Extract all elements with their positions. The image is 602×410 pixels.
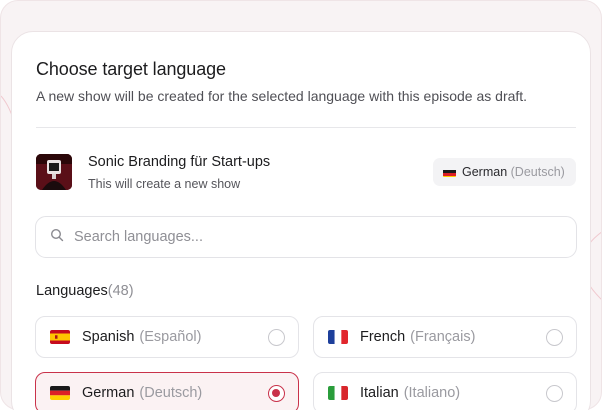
dialog-subtitle: A new show will be created for the selec… (36, 88, 528, 104)
language-name: French (360, 329, 406, 345)
source-language-native: (Deutsch) (510, 165, 565, 179)
language-native-name: (Deutsch) (139, 385, 203, 401)
search-box[interactable] (35, 216, 577, 258)
language-option-french[interactable]: French (Français) (313, 316, 577, 358)
source-language-name: German (462, 165, 508, 179)
language-option-german[interactable]: German (Deutsch) (35, 372, 299, 410)
language-native-name: (Español) (139, 329, 202, 345)
es-flag-icon (50, 330, 70, 344)
language-option-spanish[interactable]: Spanish (Español) (35, 316, 299, 358)
source-language-badge: German (Deutsch) (433, 158, 576, 186)
search-input[interactable] (74, 229, 576, 245)
choose-language-dialog: Choose target language A new show will b… (11, 31, 591, 410)
radio-button-selected[interactable] (268, 385, 285, 402)
show-title: Sonic Branding für Start-ups (88, 154, 271, 170)
language-native-name: (Italiano) (403, 385, 461, 401)
language-name: Spanish (82, 329, 135, 345)
language-option-italian[interactable]: Italian (Italiano) (313, 372, 577, 410)
radio-button[interactable] (546, 385, 563, 402)
languages-label: Languages (36, 283, 108, 299)
de-flag-icon (443, 168, 456, 177)
radio-button[interactable] (268, 329, 285, 346)
radio-button[interactable] (546, 329, 563, 346)
fr-flag-icon (328, 330, 348, 344)
de-flag-icon (50, 386, 70, 400)
language-name: German (82, 385, 135, 401)
language-native-name: (Français) (410, 329, 476, 345)
languages-count: (48) (107, 283, 134, 299)
show-cover-image (36, 154, 72, 190)
language-name: Italian (360, 385, 399, 401)
dialog-title: Choose target language (36, 59, 226, 79)
show-subtitle: This will create a new show (88, 177, 241, 191)
languages-heading: Languages(48) (36, 283, 134, 299)
it-flag-icon (328, 386, 348, 400)
divider (36, 127, 576, 128)
search-icon (50, 228, 64, 247)
